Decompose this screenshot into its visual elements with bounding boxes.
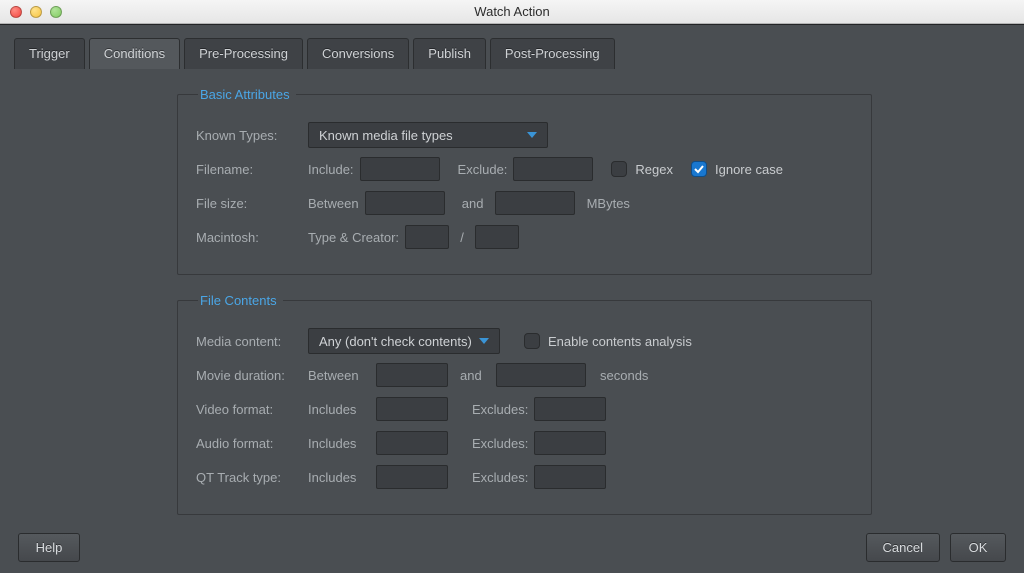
tab-conversions[interactable]: Conversions	[307, 38, 409, 69]
known-types-label: Known Types:	[196, 128, 308, 143]
between-label: Between	[308, 196, 359, 211]
regex-label: Regex	[635, 162, 673, 177]
footer: Help Cancel OK	[0, 533, 1024, 573]
qt-includes-input[interactable]	[376, 465, 448, 489]
video-includes-input[interactable]	[376, 397, 448, 421]
chevron-down-icon	[527, 132, 537, 138]
filename-exclude-input[interactable]	[513, 157, 593, 181]
row-video-format: Video format: Includes Excludes:	[196, 394, 853, 424]
video-format-label: Video format:	[196, 402, 308, 417]
row-known-types: Known Types: Known media file types	[196, 120, 853, 150]
tab-preprocessing[interactable]: Pre-Processing	[184, 38, 303, 69]
row-audio-format: Audio format: Includes Excludes:	[196, 428, 853, 458]
typecreator-label: Type & Creator:	[308, 230, 399, 245]
enable-analysis-checkbox[interactable]	[524, 333, 540, 349]
row-movie-duration: Movie duration: Between and seconds	[196, 360, 853, 390]
video-excludes-input[interactable]	[534, 397, 606, 421]
basic-legend: Basic Attributes	[198, 87, 296, 102]
app-body: Trigger Conditions Pre-Processing Conver…	[0, 24, 1024, 573]
row-mac: Macintosh: Type & Creator: /	[196, 222, 853, 252]
slash-label: /	[455, 230, 469, 245]
between-label2: Between	[308, 368, 376, 383]
filename-include-input[interactable]	[360, 157, 440, 181]
audio-excludes-input[interactable]	[534, 431, 606, 455]
include-label: Include:	[308, 162, 354, 177]
filesize-label: File size:	[196, 196, 308, 211]
qt-track-label: QT Track type:	[196, 470, 308, 485]
mbytes-label: MBytes	[587, 196, 630, 211]
media-content-value: Any (don't check contents)	[319, 334, 472, 349]
contents-legend: File Contents	[198, 293, 283, 308]
basic-attributes-group: Basic Attributes Known Types: Known medi…	[177, 87, 872, 275]
media-content-label: Media content:	[196, 334, 308, 349]
movie-duration-label: Movie duration:	[196, 368, 308, 383]
excludes-label-q: Excludes:	[472, 470, 528, 485]
filename-label: Filename:	[196, 162, 308, 177]
titlebar: Watch Action	[0, 0, 1024, 24]
excludes-label-a: Excludes:	[472, 436, 528, 451]
enable-analysis-label: Enable contents analysis	[548, 334, 692, 349]
audio-format-label: Audio format:	[196, 436, 308, 451]
mac-creator-input[interactable]	[475, 225, 519, 249]
mac-type-input[interactable]	[405, 225, 449, 249]
ignorecase-label: Ignore case	[715, 162, 783, 177]
qt-excludes-input[interactable]	[534, 465, 606, 489]
media-content-select[interactable]: Any (don't check contents)	[308, 328, 500, 354]
duration-from-input[interactable]	[376, 363, 448, 387]
tab-postprocessing[interactable]: Post-Processing	[490, 38, 615, 69]
tab-bar: Trigger Conditions Pre-Processing Conver…	[0, 25, 1024, 69]
excludes-label-v: Excludes:	[472, 402, 528, 417]
filesize-from-input[interactable]	[365, 191, 445, 215]
row-filename: Filename: Include: Exclude: Regex Ignore…	[196, 154, 853, 184]
tab-publish[interactable]: Publish	[413, 38, 486, 69]
regex-checkbox[interactable]	[611, 161, 627, 177]
mac-label: Macintosh:	[196, 230, 308, 245]
ok-button[interactable]: OK	[950, 533, 1006, 562]
and-label: and	[457, 196, 489, 211]
chevron-down-icon	[479, 338, 489, 344]
known-types-select[interactable]: Known media file types	[308, 122, 548, 148]
includes-label-a: Includes	[308, 436, 376, 451]
help-button[interactable]: Help	[18, 533, 80, 562]
row-media-content: Media content: Any (don't check contents…	[196, 326, 853, 356]
exclude-label: Exclude:	[458, 162, 508, 177]
row-qt-track: QT Track type: Includes Excludes:	[196, 462, 853, 492]
cancel-button[interactable]: Cancel	[866, 533, 940, 562]
and-label2: and	[460, 368, 496, 383]
window-title: Watch Action	[0, 4, 1024, 19]
duration-to-input[interactable]	[496, 363, 586, 387]
conditions-panel: Basic Attributes Known Types: Known medi…	[14, 69, 1010, 533]
tab-conditions[interactable]: Conditions	[89, 38, 180, 69]
known-types-value: Known media file types	[319, 128, 453, 143]
row-filesize: File size: Between and MBytes	[196, 188, 853, 218]
tab-trigger[interactable]: Trigger	[14, 38, 85, 69]
includes-label-v: Includes	[308, 402, 376, 417]
seconds-label: seconds	[600, 368, 648, 383]
audio-includes-input[interactable]	[376, 431, 448, 455]
filesize-to-input[interactable]	[495, 191, 575, 215]
ignorecase-checkbox[interactable]	[691, 161, 707, 177]
includes-label-q: Includes	[308, 470, 376, 485]
file-contents-group: File Contents Media content: Any (don't …	[177, 293, 872, 515]
